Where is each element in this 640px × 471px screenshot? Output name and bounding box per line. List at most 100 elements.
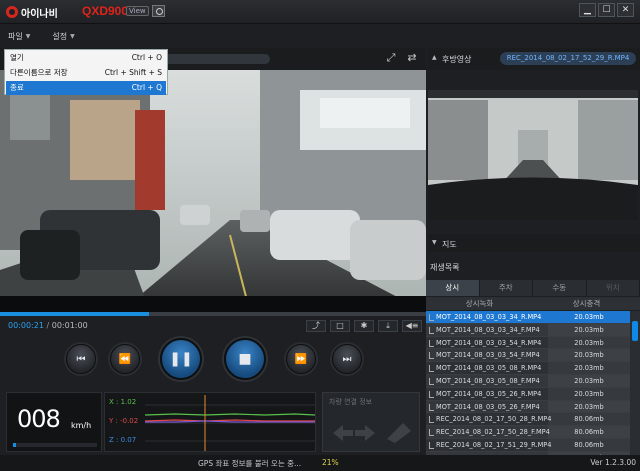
table-row[interactable]: REC_2014_08_02_17_50_28_F.MP4 80.06mb xyxy=(426,426,630,439)
arrow-left-icon xyxy=(333,425,353,441)
file-name-cell: MOT_2014_08_03_03_54_F.MP4 xyxy=(426,349,548,362)
file-size-cell: 20.03mb xyxy=(548,311,630,323)
file-size-cell: 20.03mb xyxy=(548,323,630,336)
menu-file-label: 파일 xyxy=(8,31,23,41)
scrollbar-thumb[interactable] xyxy=(632,321,638,341)
menu-item-exit[interactable]: 종료 Ctrl + Q xyxy=(6,81,166,95)
front-file-pill xyxy=(150,54,270,64)
playlist-list: MOT_2014_08_03_03_34_R.MP4 20.03mb MOT_201… xyxy=(426,311,630,455)
file-size-cell: 80.06mb xyxy=(548,413,630,426)
settings-button[interactable]: ✱ xyxy=(354,320,374,332)
file-name-cell: MOT_2014_08_03_03_54_R.MP4 xyxy=(426,336,548,349)
playlist-tabs: 상시 주차 수동 위치 xyxy=(426,280,640,296)
previous-button[interactable]: ⏮ xyxy=(66,344,96,374)
table-row[interactable]: MOT_2014_08_03_05_26_R.MP4 20.03mb xyxy=(426,387,630,401)
table-row[interactable]: MOT_2014_08_03_05_26_F.MP4 20.03mb xyxy=(426,400,630,414)
file-name-cell: MOT_2014_08_03_05_26_R.MP4 xyxy=(426,387,548,400)
time-separator: / xyxy=(46,321,50,330)
rear-video-title: 후방영상 xyxy=(442,55,472,64)
status-percent: 21% xyxy=(322,458,339,467)
version-label: Ver 1.2.3.00 xyxy=(590,458,636,467)
brand-logo: 아이나비 xyxy=(6,4,58,20)
model-name: QXD900 xyxy=(82,4,129,18)
table-row[interactable]: MOT_2014_08_03_03_54_R.MP4 20.03mb xyxy=(426,336,630,350)
file-name-cell: MOT_2014_08_03_03_34_F.MP4 xyxy=(426,323,548,336)
file-name-cell: MOT_2014_08_03_05_08_R.MP4 xyxy=(426,362,548,374)
g-sensor-plot xyxy=(144,395,316,451)
menu-bar: 파일 ▼ 설정 ▼ xyxy=(0,26,426,46)
stop-button[interactable]: ■ xyxy=(224,338,266,380)
playlist-scrollbar[interactable] xyxy=(630,311,640,455)
file-name-cell: MOT_2014_08_03_05_26_F.MP4 xyxy=(426,400,548,413)
maximize-button[interactable]: ☐ xyxy=(598,3,615,17)
minimize-button[interactable]: ▁ xyxy=(579,3,596,17)
menu-item-exit-label: 종료 xyxy=(10,83,24,92)
table-row[interactable]: MOT_2014_08_03_05_08_F.MP4 20.03mb xyxy=(426,374,630,388)
rear-video[interactable] xyxy=(428,90,638,220)
file-name-cell: REC_2014_08_02_17_51_29_R.MP4 xyxy=(426,438,551,451)
menu-item-exit-shortcut: Ctrl + Q xyxy=(131,83,162,92)
tab-location[interactable]: 위치 xyxy=(586,280,640,296)
next-button[interactable]: ⏭ xyxy=(332,344,362,374)
fullscreen-icon[interactable]: ⤢ xyxy=(384,51,398,65)
camera-icon[interactable] xyxy=(152,5,165,17)
brand-logo-icon xyxy=(6,6,18,18)
table-row[interactable]: MOT_2014_08_03_03_34_F.MP4 20.03mb xyxy=(426,323,630,337)
column-continuous-impact[interactable]: 상시충격 xyxy=(533,297,640,310)
screenshot-button[interactable]: ⤴ xyxy=(306,320,326,332)
file-size-cell: 20.03mb xyxy=(548,400,630,413)
wiper-icon xyxy=(387,423,411,443)
rewind-icon: ⏪ xyxy=(118,353,132,365)
stop-icon: ■ xyxy=(238,351,252,367)
fast-forward-icon: ⏩ xyxy=(294,353,308,365)
table-row[interactable]: REC_2014_08_02_17_50_28_R.MP4 80.06mb xyxy=(426,413,630,427)
file-size-cell: 80.06mb xyxy=(548,438,630,451)
fullscreen-button[interactable]: □ xyxy=(330,320,350,332)
table-row[interactable]: MOT_2014_08_03_05_08_R.MP4 20.03mb xyxy=(426,362,630,375)
pause-icon: ❚❚ xyxy=(169,351,193,367)
menu-file[interactable]: 파일 ▼ xyxy=(8,31,30,42)
expand-icon[interactable]: ▼ xyxy=(432,239,437,246)
column-continuous-recording[interactable]: 상시녹화 xyxy=(426,297,533,310)
brand-name: 아이나비 xyxy=(21,8,58,20)
skip-forward-icon: ⏭ xyxy=(342,353,352,365)
map-header[interactable]: ▼ 지도 xyxy=(428,234,640,252)
skip-back-icon: ⏮ xyxy=(76,353,86,365)
speed-bar xyxy=(13,443,97,447)
file-size-cell: 20.03mb xyxy=(548,374,630,387)
g-sensor-graph: X : 1.02 Y : -0.02 Z : 0.07 xyxy=(104,392,316,452)
title-bar: 아이나비 QXD900 View ▁ ☐ ✕ xyxy=(0,0,640,24)
speed-unit: km/h xyxy=(71,421,92,430)
menu-settings[interactable]: 설정 ▼ xyxy=(52,31,74,42)
file-menu-dropdown: 열기 Ctrl + O 다른이름으로 저장 Ctrl + Shift + S 종… xyxy=(4,49,168,95)
playlist-title: 재생목록 xyxy=(430,263,460,272)
arrow-right-icon xyxy=(355,425,375,441)
download-button[interactable]: ⤓ xyxy=(378,320,398,332)
pause-button[interactable]: ❚❚ xyxy=(160,338,202,380)
volume-button[interactable]: ◀≡ xyxy=(402,320,422,332)
table-row[interactable]: MOT_2014_08_03_03_54_F.MP4 20.03mb xyxy=(426,349,630,363)
speed-gauge: 008 km/h xyxy=(6,392,102,452)
model-badge: View xyxy=(126,6,149,16)
tab-manual[interactable]: 수동 xyxy=(533,280,587,296)
swap-icon[interactable]: ⇄ xyxy=(405,51,419,65)
table-row[interactable]: MOT_2014_08_03_03_34_R.MP4 20.03mb xyxy=(426,311,630,324)
vehicle-icons xyxy=(333,423,411,443)
tab-parking[interactable]: 주차 xyxy=(479,280,533,296)
rewind-button[interactable]: ⏪ xyxy=(110,344,140,374)
tab-continuous[interactable]: 상시 xyxy=(426,280,480,296)
rear-file-name: REC_2014_08_02_17_52_29_R.MP4 xyxy=(500,52,636,65)
menu-item-open[interactable]: 열기 Ctrl + O xyxy=(6,51,166,65)
table-row[interactable]: REC_2014_08_02_17_51_29_R.MP4 80.06mb xyxy=(426,438,630,452)
close-button[interactable]: ✕ xyxy=(617,3,634,17)
playlist-column-headers: 상시녹화 상시충격 xyxy=(426,297,640,310)
rear-video-frame xyxy=(428,90,638,220)
file-name-cell: REC_2014_08_02_17_50_28_R.MP4 xyxy=(426,413,551,426)
front-video[interactable] xyxy=(0,70,426,312)
fast-forward-button[interactable]: ⏩ xyxy=(286,344,316,374)
speed-value: 008 xyxy=(17,405,61,433)
rear-video-header: ▲ 후방영상 REC_2014_08_02_17_52_29_R.MP4 xyxy=(428,48,640,70)
status-bar: GPS 좌표 정보를 불러 오는 중... 21% Ver 1.2.3.00 xyxy=(0,455,640,471)
menu-item-save-as[interactable]: 다른이름으로 저장 Ctrl + Shift + S xyxy=(6,66,166,80)
collapse-icon[interactable]: ▲ xyxy=(432,54,437,61)
